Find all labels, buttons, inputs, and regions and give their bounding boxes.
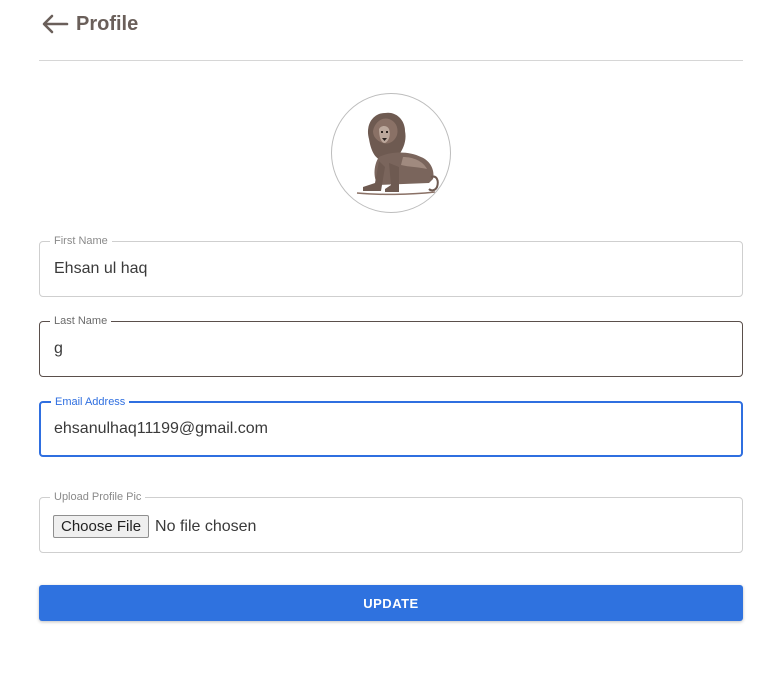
upload-label: Upload Profile Pic (50, 490, 146, 504)
first-name-label: First Name (50, 234, 112, 248)
last-name-value[interactable]: g (54, 340, 63, 358)
file-input[interactable]: Choose File No file chosen (53, 515, 256, 538)
email-label: Email Address (51, 395, 130, 409)
email-field[interactable]: Email Address ehsanulhaq11199@gmail.com (39, 395, 743, 457)
page-header: Profile (40, 8, 138, 40)
file-status: No file chosen (155, 517, 257, 535)
last-name-label: Last Name (50, 314, 112, 328)
back-button[interactable] (40, 9, 70, 39)
first-name-value[interactable]: Ehsan ul haq (54, 260, 147, 278)
email-value[interactable]: ehsanulhaq11199@gmail.com (54, 420, 268, 438)
update-button[interactable]: UPDATE (39, 585, 743, 621)
choose-file-button[interactable]: Choose File (53, 515, 150, 538)
arrow-left-icon (42, 14, 69, 34)
upload-profile-pic-field: Upload Profile Pic Choose File No file c… (39, 490, 743, 553)
avatar[interactable] (331, 93, 451, 213)
last-name-field[interactable]: Last Name g (39, 314, 743, 377)
page-title: Profile (76, 12, 139, 35)
first-name-field[interactable]: First Name Ehsan ul haq (39, 234, 743, 297)
lion-image (356, 112, 439, 196)
header-divider (39, 60, 743, 61)
